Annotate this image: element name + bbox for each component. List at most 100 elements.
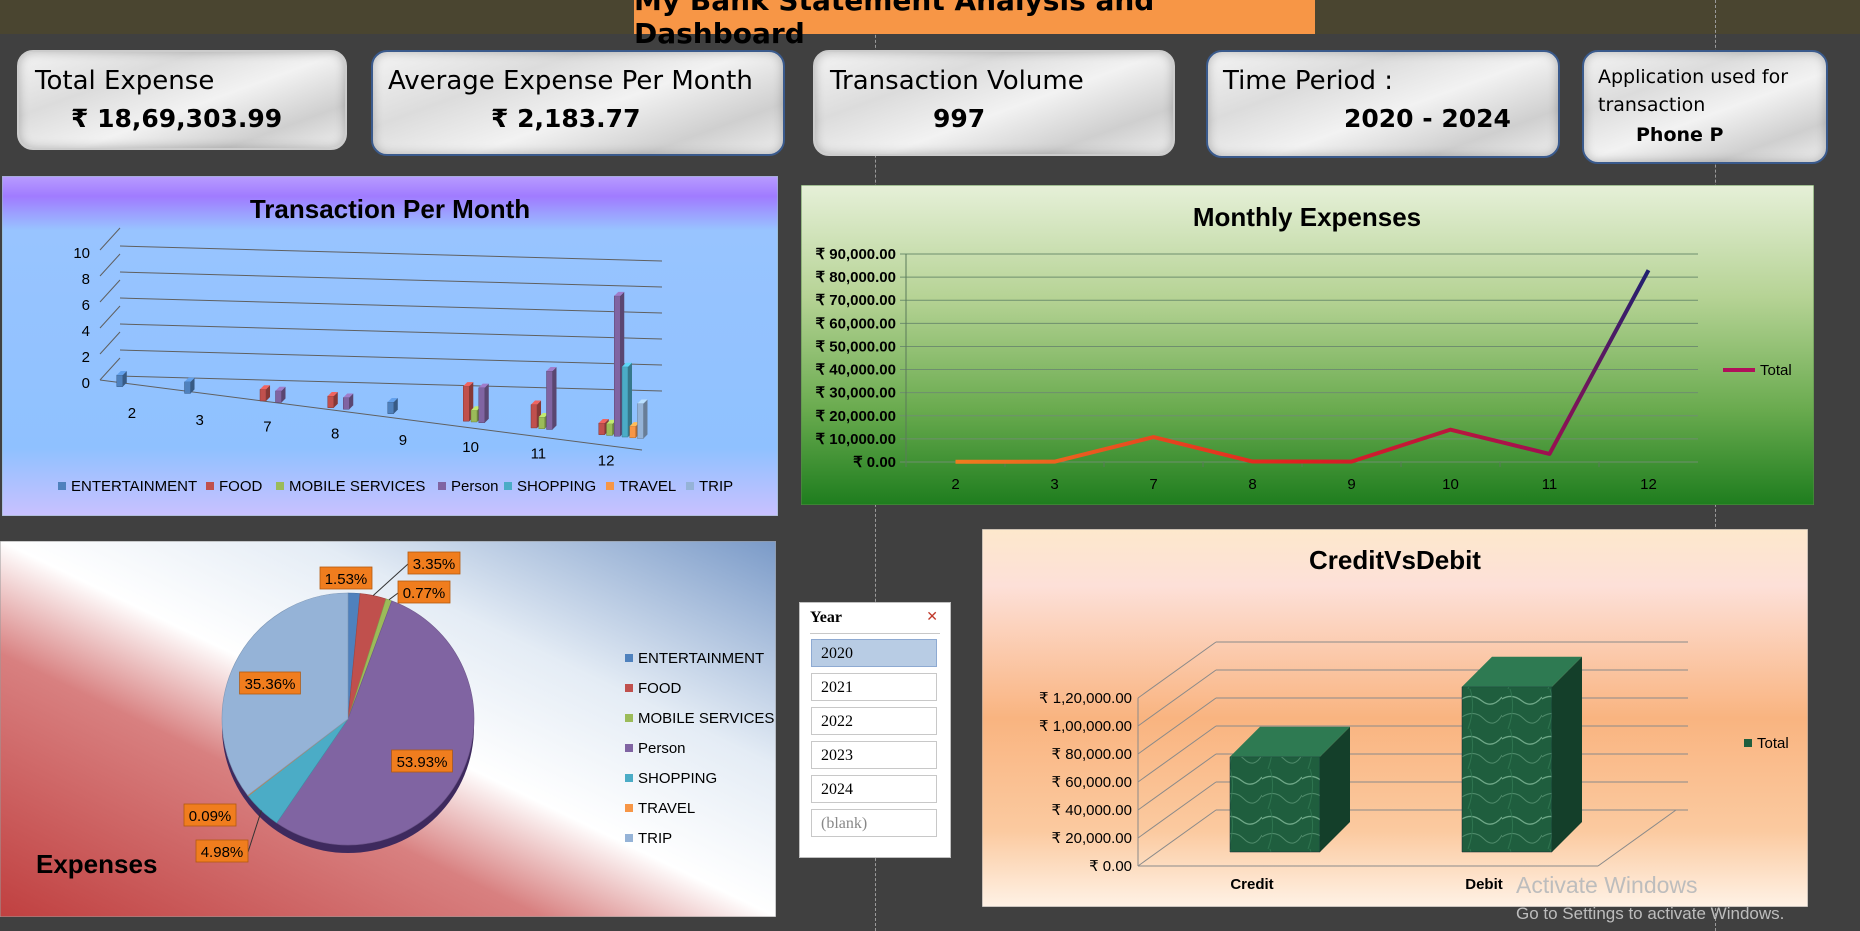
legend-label: ENTERTAINMENT [71, 478, 197, 495]
legend-swatch [206, 482, 214, 490]
kpi-value: ₹ 2,183.77 [491, 104, 641, 133]
data-label: 1.53% [325, 571, 368, 588]
y-tick-label: ₹ 20,000.00 [816, 408, 896, 425]
y-tick-label: ₹ 60,000.00 [1052, 774, 1132, 791]
bar [463, 385, 470, 422]
y-tick-label: 4 [82, 323, 90, 340]
year-slicer: Year ✕ 2020 2021 2022 2023 2024 (blank) [799, 602, 951, 858]
kpi-label: Transaction Volume [830, 66, 1084, 96]
x-tick-label: 10 [462, 439, 479, 456]
kpi-label: Time Period : [1223, 66, 1393, 96]
y-tick-label: ₹ 30,000.00 [816, 385, 896, 402]
bar [478, 387, 486, 423]
bar [1229, 756, 1321, 853]
slicer-item-2020[interactable]: 2020 [811, 639, 937, 667]
slicer-title: Year [810, 609, 842, 626]
y-tick-label: 8 [82, 271, 90, 288]
bar [606, 423, 613, 436]
y-tick-label: ₹ 0.00 [853, 454, 896, 471]
data-label: 0.77% [403, 585, 446, 602]
kpi-value: Phone P [1636, 124, 1724, 146]
bar [259, 388, 267, 402]
legend-label: TRIP [638, 830, 672, 847]
x-tick-label: 3 [195, 412, 203, 429]
y-tick-label: ₹ 50,000.00 [816, 338, 896, 355]
slicer-item-blank[interactable]: (blank) [811, 809, 937, 837]
slicer-item-2024[interactable]: 2024 [811, 775, 937, 803]
legend-label: MOBILE SERVICES [289, 478, 425, 495]
y-tick-label: 6 [82, 297, 90, 314]
x-tick-label: 8 [1248, 476, 1256, 493]
y-tick-label: ₹ 60,000.00 [816, 315, 896, 332]
credit-vs-debit-chart: CreditVsDebit ₹ 0.00 ₹ 20,000.00 ₹ 40,000.… [982, 529, 1808, 907]
bar [184, 381, 191, 394]
slicer-item-2023[interactable]: 2023 [811, 741, 937, 769]
legend-swatch [58, 482, 66, 490]
x-tick-label: 12 [1640, 476, 1657, 493]
legend-swatch [625, 804, 633, 812]
bar-side [643, 399, 648, 439]
x-tick-label: 2 [128, 405, 136, 422]
kpi-application: Application used for transaction Phone P [1582, 50, 1828, 164]
legend-swatch [625, 774, 633, 782]
bar [546, 370, 553, 430]
y-tick-label: ₹ 1,20,000.00 [1039, 690, 1132, 707]
y-tick-label: 0 [82, 375, 90, 392]
bar [629, 425, 636, 439]
y-tick-label: ₹ 1,00,000.00 [1039, 718, 1132, 735]
activation-watermark-title: Activate Windows [1516, 872, 1698, 898]
kpi-value: 2020 - 2024 [1344, 104, 1511, 133]
x-tick-label: 7 [263, 419, 271, 436]
clear-filter-icon[interactable]: ✕ [926, 609, 938, 626]
bar [1461, 686, 1553, 853]
legend-label: SHOPPING [517, 478, 596, 495]
y-tick-label: ₹ 90,000.00 [816, 246, 896, 263]
legend-swatch [504, 482, 512, 490]
kpi-label: transaction [1598, 94, 1706, 116]
legend-swatch [625, 714, 633, 722]
legend-label: FOOD [219, 478, 262, 495]
data-label: 4.98% [201, 844, 244, 861]
chart-title: Monthly Expenses [1193, 202, 1421, 232]
bar [621, 366, 629, 438]
y-tick-label: ₹ 40,000.00 [816, 362, 896, 379]
legend-swatch [625, 744, 633, 752]
x-tick-label: 3 [1050, 476, 1058, 493]
expenses-pie-chart: 1.53% 3.35% 0.77% 53.93% 4.98% 0.09% 35.36% EN… [0, 541, 776, 917]
chart-background [2, 176, 778, 516]
x-tick-label: Debit [1465, 876, 1503, 893]
legend-swatch [438, 482, 446, 490]
legend-label: MOBILE SERVICES [638, 710, 774, 727]
y-tick-label: 10 [73, 245, 90, 262]
kpi-time-period: Time Period : 2020 - 2024 [1206, 50, 1560, 158]
legend-label: FOOD [638, 680, 681, 697]
data-label: 3.35% [413, 556, 456, 573]
legend-label: Total [1760, 362, 1792, 379]
x-tick-label: 2 [951, 476, 959, 493]
bar [598, 422, 606, 435]
chart-title: Transaction Per Month [250, 194, 530, 224]
bar-side [1552, 656, 1582, 852]
chart-title: CreditVsDebit [1309, 545, 1481, 575]
chart-background [801, 185, 1814, 505]
legend-label: SHOPPING [638, 770, 717, 787]
bar [538, 416, 546, 429]
slicer-item-2021[interactable]: 2021 [811, 673, 937, 701]
legend-swatch [625, 834, 633, 842]
slicer-item-2022[interactable]: 2022 [811, 707, 937, 735]
activation-watermark-text: Go to Settings to activate Windows. [1516, 904, 1785, 923]
slicer-divider [810, 633, 940, 634]
x-tick-label: 10 [1442, 476, 1459, 493]
bar [116, 374, 124, 387]
bar [275, 390, 282, 403]
legend-label: ENTERTAINMENT [638, 650, 764, 667]
y-tick-label: ₹ 40,000.00 [1052, 802, 1132, 819]
data-label: 53.93% [397, 754, 448, 771]
y-tick-label: ₹ 80,000.00 [816, 269, 896, 286]
monthly-expenses-chart: Monthly Expenses ₹ 0.00 ₹ 10,000.00 ₹ 20,0… [801, 185, 1814, 505]
x-tick-label: 9 [399, 432, 407, 449]
legend-swatch [686, 482, 694, 490]
legend-label: Person [451, 478, 499, 495]
y-tick-label: 2 [82, 349, 90, 366]
x-tick-label: 7 [1149, 476, 1157, 493]
